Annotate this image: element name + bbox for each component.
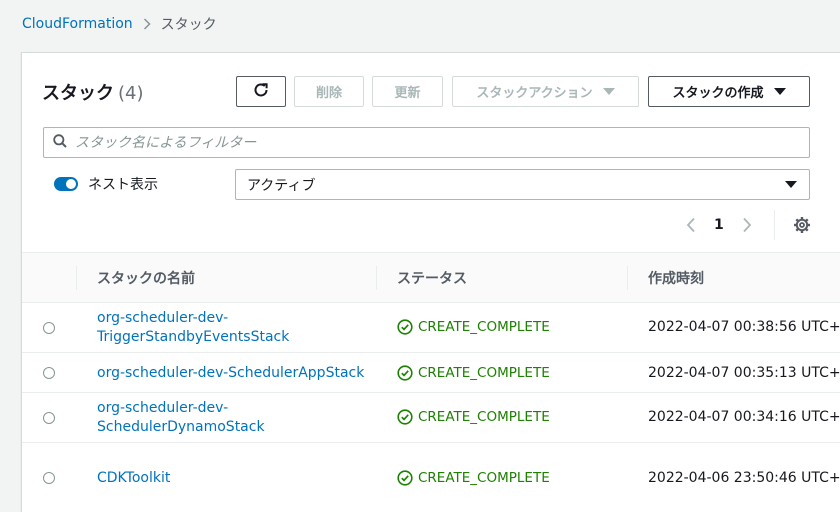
stack-actions-dropdown[interactable]: スタックアクション: [452, 76, 639, 107]
title-text: スタック: [42, 83, 114, 104]
delete-button-label: 削除: [315, 86, 342, 101]
status-text: CREATE_COMPLETE: [418, 365, 550, 381]
pagination: 1: [686, 210, 811, 240]
check-circle-icon: [397, 365, 413, 381]
stacks-panel: スタック (4) 削除 更新 スタックアクション スタックの作成 スタック名によ…: [21, 52, 840, 512]
chevron-right-icon: [143, 18, 151, 30]
breadcrumb-cloudformation-link[interactable]: CloudFormation: [22, 16, 133, 32]
column-header-created-time[interactable]: 作成時刻: [648, 253, 704, 303]
table-row[interactable]: org-scheduler-dev- TriggerStandbyEventsSt…: [22, 303, 840, 353]
row-select-radio[interactable]: [43, 412, 55, 424]
column-divider: [76, 266, 77, 290]
created-time: 2022-04-06 23:50:46 UTC+0: [648, 470, 840, 486]
nested-view-toggle[interactable]: ネスト表示: [54, 174, 158, 194]
toggle-switch[interactable]: [54, 177, 78, 191]
stack-name-link[interactable]: CDKToolkit: [97, 469, 367, 488]
caret-down-icon: [773, 88, 786, 95]
stack-name-link[interactable]: org-scheduler-dev-SchedulerAppStack: [97, 364, 397, 383]
current-page[interactable]: 1: [714, 217, 724, 233]
status-cell: CREATE_COMPLETE: [397, 409, 550, 425]
column-header-stack-name[interactable]: スタックの名前: [97, 253, 195, 303]
status-cell: CREATE_COMPLETE: [397, 470, 550, 486]
row-select-radio[interactable]: [43, 472, 55, 484]
nested-view-label: ネスト表示: [88, 177, 158, 193]
column-divider: [376, 266, 377, 290]
row-select-radio[interactable]: [43, 367, 55, 379]
breadcrumb: CloudFormation スタック: [22, 14, 217, 34]
caret-down-icon: [602, 88, 615, 95]
stack-name-link[interactable]: org-scheduler-dev- TriggerStandbyEventsSt…: [97, 309, 367, 347]
gear-icon[interactable]: [793, 216, 811, 234]
search-input[interactable]: [75, 134, 809, 151]
status-text: CREATE_COMPLETE: [418, 470, 550, 486]
page-title: スタック (4): [42, 79, 144, 105]
status-text: CREATE_COMPLETE: [418, 409, 550, 425]
status-filter-select[interactable]: アクティブ: [235, 169, 810, 200]
delete-button[interactable]: 削除: [294, 76, 364, 107]
check-circle-icon: [397, 470, 413, 486]
divider: [773, 210, 775, 240]
create-stack-dropdown[interactable]: スタックの作成: [648, 76, 810, 107]
breadcrumb-current: スタック: [160, 17, 217, 33]
refresh-icon: [252, 81, 270, 103]
table-row[interactable]: org-scheduler-dev- SchedulerDynamoStack C…: [22, 393, 840, 443]
previous-page-button[interactable]: [686, 217, 696, 233]
caret-down-icon: [785, 181, 797, 188]
column-divider: [627, 266, 628, 290]
stack-count: (4): [118, 83, 144, 104]
search-icon: [53, 133, 67, 152]
update-button[interactable]: 更新: [372, 76, 443, 107]
check-circle-icon: [397, 319, 413, 335]
stack-name-link[interactable]: org-scheduler-dev- SchedulerDynamoStack: [97, 399, 367, 437]
status-cell: CREATE_COMPLETE: [397, 319, 550, 335]
panel-header: スタック (4) 削除 更新 スタックアクション スタックの作成 スタック名によ…: [22, 53, 840, 253]
column-header-status[interactable]: ステータス: [397, 253, 467, 303]
status-text: CREATE_COMPLETE: [418, 319, 550, 335]
refresh-button[interactable]: [236, 76, 286, 107]
update-button-label: 更新: [394, 86, 421, 101]
created-time: 2022-04-07 00:35:13 UTC+0: [648, 365, 840, 381]
create-stack-label: スタックの作成: [672, 86, 764, 101]
stack-actions-label: スタックアクション: [476, 86, 593, 101]
table-row[interactable]: org-scheduler-dev-SchedulerAppStack CREA…: [22, 353, 840, 393]
created-time: 2022-04-07 00:38:56 UTC+0: [648, 319, 840, 335]
stack-filter-search[interactable]: [43, 127, 810, 158]
table-row[interactable]: CDKToolkit CREATE_COMPLETE 2022-04-06 23…: [22, 443, 840, 512]
created-time: 2022-04-07 00:34:16 UTC+0: [648, 409, 840, 425]
table-header: スタックの名前 ステータス 作成時刻: [22, 253, 840, 303]
next-page-button[interactable]: [742, 217, 752, 233]
status-cell: CREATE_COMPLETE: [397, 365, 550, 381]
check-circle-icon: [397, 409, 413, 425]
status-filter-value: アクティブ: [247, 177, 316, 194]
row-select-radio[interactable]: [43, 322, 55, 334]
